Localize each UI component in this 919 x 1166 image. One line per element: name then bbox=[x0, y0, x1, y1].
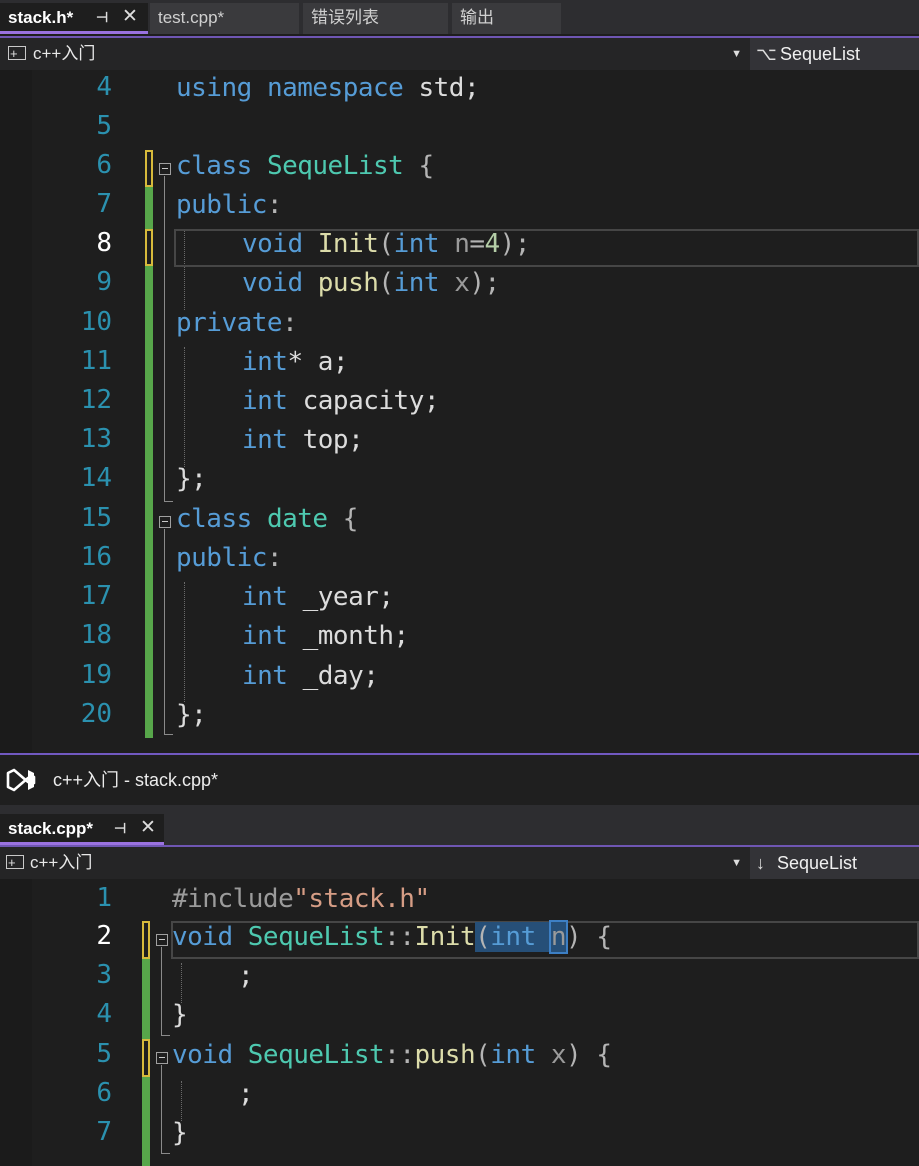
code-line: 12 int capacity; bbox=[0, 385, 919, 424]
code-line: 13 int top; bbox=[0, 424, 919, 463]
tab-label: stack.cpp* bbox=[8, 819, 94, 838]
code-line: 17 int _year; bbox=[0, 581, 919, 620]
code-line: 14 }; bbox=[0, 463, 919, 502]
project-label: c++入门 bbox=[33, 44, 96, 63]
line-number: 13 bbox=[80, 424, 112, 454]
scope-label: SequeList bbox=[780, 44, 861, 64]
tab-label: test.cpp* bbox=[158, 8, 225, 27]
line-number: 4 bbox=[96, 999, 112, 1029]
tab-stack-cpp[interactable]: stack.cpp* ⊣ ✕ bbox=[0, 814, 164, 845]
line-number: 4 bbox=[96, 72, 112, 102]
project-dropdown[interactable]: c++入门 ▼ bbox=[0, 38, 746, 70]
code-line: 7 public: bbox=[0, 189, 919, 228]
scope-dropdown[interactable]: ⌥ SequeList bbox=[750, 38, 919, 70]
code-line: 10 private: bbox=[0, 307, 919, 346]
project-icon bbox=[8, 38, 26, 70]
line-number: 20 bbox=[80, 699, 112, 729]
scope-label: SequeList bbox=[777, 853, 858, 873]
navigation-bar: c++入门 ▼ ⌥ SequeList bbox=[0, 36, 919, 70]
line-number: 8 bbox=[96, 228, 112, 258]
code-line: 15 class date { bbox=[0, 503, 919, 542]
line-number: 5 bbox=[96, 111, 112, 141]
code-line: 16 public: bbox=[0, 542, 919, 581]
line-number: 17 bbox=[80, 581, 112, 611]
code-line: 1 #include"stack.h" bbox=[0, 883, 919, 922]
code-line: 4 } bbox=[0, 999, 919, 1038]
code-line: 4 using namespace std; bbox=[0, 72, 919, 111]
line-number: 14 bbox=[80, 463, 112, 493]
code-line: 6 ; bbox=[0, 1078, 919, 1117]
line-number: 16 bbox=[80, 542, 112, 572]
line-number: 6 bbox=[96, 1078, 112, 1108]
line-number: 7 bbox=[96, 189, 112, 219]
line-number: 5 bbox=[96, 1039, 112, 1069]
project-label: c++入门 bbox=[30, 853, 93, 872]
code-line: 7 } bbox=[0, 1117, 919, 1156]
code-line: 2 void SequeList::Init(int n) { bbox=[0, 920, 919, 960]
line-number: 7 bbox=[96, 1117, 112, 1147]
line-number: 1 bbox=[96, 883, 112, 913]
editor-tab-bar: stack.h* ⊣ ✕ test.cpp* 错误列表 输出 bbox=[0, 0, 919, 34]
line-number: 11 bbox=[80, 346, 112, 376]
class-icon: ⌥ bbox=[756, 44, 777, 64]
navigation-bar-bottom: c++入门 ▼ ↓ SequeList bbox=[0, 845, 919, 879]
line-number: 19 bbox=[80, 660, 112, 690]
code-line: 6 class SequeList { bbox=[0, 150, 919, 189]
tab-test-cpp[interactable]: test.cpp* bbox=[150, 3, 299, 34]
code-line: 5 bbox=[0, 111, 919, 150]
pin-icon[interactable]: ⊣ bbox=[114, 814, 126, 843]
line-number: 2 bbox=[96, 921, 112, 951]
code-line: 3 ; bbox=[0, 960, 919, 999]
project-dropdown[interactable]: c++入门 ▼ bbox=[0, 847, 746, 879]
tab-label: 输出 bbox=[460, 8, 494, 27]
tab-label: stack.h* bbox=[8, 8, 74, 27]
line-number: 15 bbox=[80, 503, 112, 533]
line-number: 12 bbox=[80, 385, 112, 415]
code-editor-bottom[interactable]: 1 #include"stack.h" 2 void SequeList::In… bbox=[0, 879, 919, 1166]
visual-studio-icon bbox=[6, 768, 36, 792]
chevron-down-icon: ▼ bbox=[731, 48, 742, 60]
code-line: 20 }; bbox=[0, 699, 919, 738]
code-line: 19 int _day; bbox=[0, 660, 919, 699]
line-number: 10 bbox=[80, 307, 112, 337]
line-number: 3 bbox=[96, 960, 112, 990]
close-icon[interactable]: ✕ bbox=[140, 813, 156, 842]
tab-label: 错误列表 bbox=[311, 8, 379, 27]
line-number: 9 bbox=[96, 267, 112, 297]
tab-output[interactable]: 输出 bbox=[452, 3, 561, 34]
pin-icon[interactable]: ⊣ bbox=[96, 3, 108, 32]
editor-tab-bar-bottom: stack.cpp* ⊣ ✕ bbox=[0, 805, 919, 845]
code-line: 5 void SequeList::push(int x) { bbox=[0, 1039, 919, 1078]
close-icon[interactable]: ✕ bbox=[122, 2, 138, 31]
tab-error-list[interactable]: 错误列表 bbox=[303, 3, 448, 34]
code-editor-top[interactable]: 4 using namespace std; 5 6 class SequeLi… bbox=[0, 70, 919, 753]
arrow-down-icon: ↓ bbox=[756, 853, 765, 873]
line-number: 6 bbox=[96, 150, 112, 180]
window-title: c++入门 - stack.cpp* bbox=[53, 770, 219, 790]
code-line: 9 void push(int x); bbox=[0, 267, 919, 306]
code-line: 8 void Init(int n=4); bbox=[0, 228, 919, 267]
code-line: 11 int* a; bbox=[0, 346, 919, 385]
project-icon bbox=[6, 847, 24, 879]
line-number: 18 bbox=[80, 620, 112, 650]
chevron-down-icon: ▼ bbox=[731, 857, 742, 869]
tab-stack-h[interactable]: stack.h* ⊣ ✕ bbox=[0, 3, 148, 34]
scope-dropdown[interactable]: ↓ SequeList bbox=[750, 847, 919, 879]
code-line: 18 int _month; bbox=[0, 620, 919, 659]
window-title-bar: c++入门 - stack.cpp* bbox=[0, 755, 919, 805]
